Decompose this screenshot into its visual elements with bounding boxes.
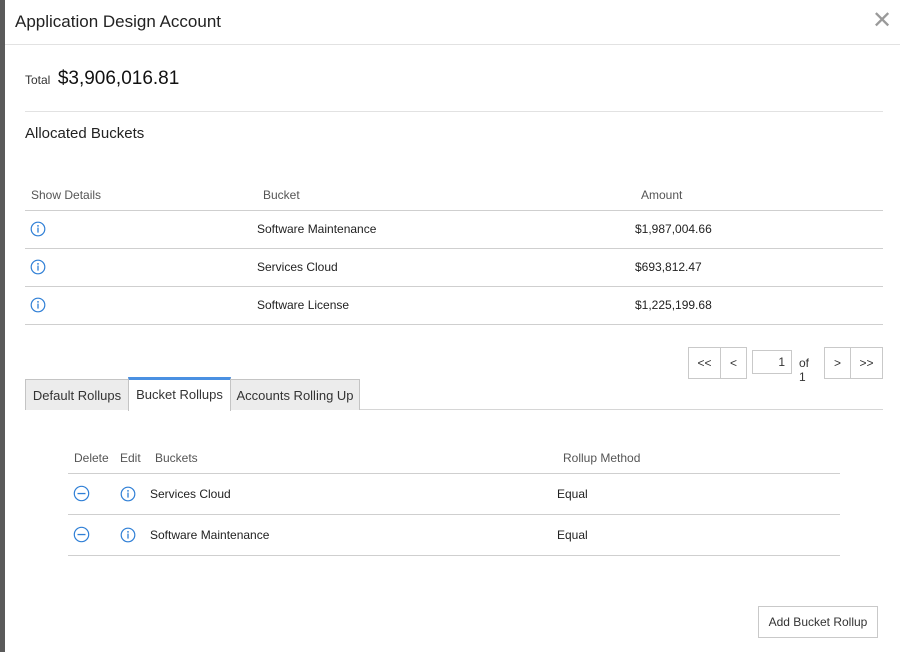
next-page-button[interactable]: >: [824, 347, 851, 379]
column-header-edit: Edit: [114, 443, 149, 474]
column-header-rollup-method: Rollup Method: [557, 443, 840, 474]
delete-cell: [68, 473, 114, 515]
prev-page-button[interactable]: <: [720, 347, 747, 379]
info-icon[interactable]: [120, 527, 136, 543]
amount-cell: $1,987,004.66: [635, 210, 883, 249]
bucket-cell: Services Cloud: [257, 248, 635, 287]
column-header-amount: Amount: [635, 180, 883, 211]
table-row: Software Maintenance $1,987,004.66: [25, 210, 883, 249]
total-value: $3,906,016.81: [57, 68, 180, 89]
divider: [25, 111, 883, 112]
details-cell: [25, 286, 257, 325]
bucket-rollups-table: Delete Edit Buckets Rollup Method Servic…: [68, 443, 840, 556]
modal-header: Application Design Account ✕: [5, 0, 900, 45]
remove-circle-icon[interactable]: [73, 485, 90, 502]
table-header-row: Show Details Bucket Amount: [25, 180, 883, 211]
column-header-show-details: Show Details: [25, 180, 257, 211]
table-row: Software Maintenance Equal: [68, 514, 840, 556]
tab-accounts-rolling-up[interactable]: Accounts Rolling Up: [230, 379, 360, 410]
column-header-delete: Delete: [68, 443, 114, 474]
table-row: Software License $1,225,199.68: [25, 286, 883, 325]
bucket-cell: Software License: [257, 286, 635, 325]
edit-cell: [114, 473, 149, 515]
bucket-cell: Software Maintenance: [149, 514, 557, 556]
total-summary: Total $3,906,016.81: [25, 68, 179, 90]
account-modal: Application Design Account ✕ Total $3,90…: [5, 0, 900, 652]
section-title: Allocated Buckets: [25, 125, 145, 142]
delete-cell: [68, 514, 114, 556]
remove-circle-icon[interactable]: [73, 526, 90, 543]
table-header-row: Delete Edit Buckets Rollup Method: [68, 443, 840, 474]
modal-title: Application Design Account: [15, 12, 222, 31]
last-page-button[interactable]: >>: [850, 347, 883, 379]
first-page-button[interactable]: <<: [688, 347, 721, 379]
total-label: Total: [25, 73, 51, 87]
amount-cell: $1,225,199.68: [635, 286, 883, 325]
info-icon[interactable]: [30, 221, 46, 237]
rollup-method-cell: Equal: [557, 473, 840, 515]
bucket-cell: Services Cloud: [149, 473, 557, 515]
amount-cell: $693,812.47: [635, 248, 883, 287]
allocated-buckets-table: Show Details Bucket Amount Software Main…: [25, 180, 883, 325]
rollup-method-cell: Equal: [557, 514, 840, 556]
close-icon[interactable]: ✕: [870, 9, 894, 33]
tab-default-rollups[interactable]: Default Rollups: [25, 379, 129, 410]
table-row: Services Cloud Equal: [68, 473, 840, 515]
column-header-bucket: Bucket: [257, 180, 635, 211]
tab-bucket-rollups[interactable]: Bucket Rollups: [128, 377, 231, 411]
column-header-buckets: Buckets: [149, 443, 557, 474]
bucket-cell: Software Maintenance: [257, 210, 635, 249]
info-icon[interactable]: [30, 297, 46, 313]
details-cell: [25, 248, 257, 287]
info-icon[interactable]: [30, 259, 46, 275]
table-row: Services Cloud $693,812.47: [25, 248, 883, 287]
edit-cell: [114, 514, 149, 556]
rollup-tabs: Default Rollups Bucket Rollups Accounts …: [25, 377, 883, 411]
details-cell: [25, 210, 257, 249]
page-number-input[interactable]: 1: [752, 350, 792, 374]
info-icon[interactable]: [120, 486, 136, 502]
add-bucket-rollup-button[interactable]: Add Bucket Rollup: [758, 606, 878, 638]
